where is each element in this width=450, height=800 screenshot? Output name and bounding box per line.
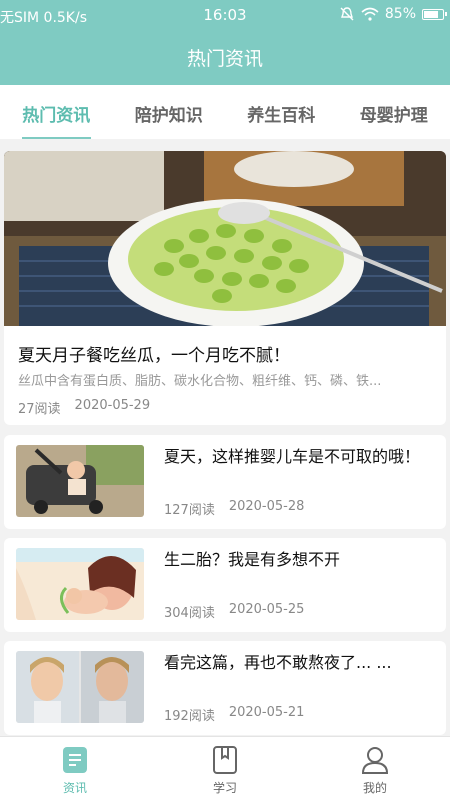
read-count: 304阅读: [164, 606, 215, 621]
article-title: 看完这篇，再也不敢熬夜了... ...: [164, 653, 392, 672]
tab-health-encyclopedia[interactable]: 养生百科: [225, 85, 338, 139]
category-tabs: 热门资讯 陪护知识 养生百科 母婴护理: [0, 85, 450, 139]
nav-study[interactable]: 学习: [150, 737, 300, 800]
read-count: 127阅读: [164, 503, 215, 518]
battery-icon: [422, 8, 447, 20]
article-meta: 304阅读 2020-05-25: [164, 602, 304, 621]
featured-article-meta: 27阅读 2020-05-29: [18, 398, 150, 417]
article-thumbnail: [16, 651, 144, 723]
nav-label: 我的: [362, 781, 387, 795]
featured-article[interactable]: 夏天月子餐吃丝瓜，一个月吃不腻！ 丝瓜中含有蛋白质、脂肪、碳水化合物、粗纤维、钙…: [4, 151, 446, 425]
bottom-navigation: 资讯 学习 我的: [0, 736, 450, 800]
nav-label: 资讯: [62, 781, 87, 795]
tab-label: 热门资讯: [22, 106, 91, 126]
nav-news[interactable]: 资讯: [0, 737, 150, 800]
list-item[interactable]: 生二胎？我是有多想不开 304阅读 2020-05-25: [4, 538, 446, 632]
tab-hot-news[interactable]: 热门资讯: [0, 85, 113, 139]
user-icon: [361, 747, 389, 774]
news-icon: [63, 747, 87, 773]
nav-profile[interactable]: 我的: [300, 737, 450, 800]
battery-percent: 85%: [384, 6, 416, 22]
tab-label: 陪护知识: [134, 106, 203, 126]
page-title: 热门资讯: [0, 30, 450, 85]
list-item[interactable]: 看完这篇，再也不敢熬夜了... ... 192阅读 2020-05-21: [4, 641, 446, 735]
status-icons: 85%: [339, 6, 447, 22]
read-count: 192阅读: [164, 709, 215, 724]
article-thumbnail: [16, 548, 144, 620]
article-list: 夏天月子餐吃丝瓜，一个月吃不腻！ 丝瓜中含有蛋白质、脂肪、碳水化合物、粗纤维、钙…: [0, 139, 450, 736]
publish-date: 2020-05-25: [228, 602, 305, 617]
tab-maternal-baby-care[interactable]: 母婴护理: [338, 85, 450, 139]
featured-article-image: [4, 151, 446, 326]
mute-icon: [340, 7, 354, 21]
article-title: 生二胎？我是有多想不开: [164, 550, 341, 569]
article-title: 夏天，这样推婴儿车是不可取的哦！: [164, 447, 421, 466]
publish-date: 2020-05-28: [228, 499, 305, 514]
tab-label: 母婴护理: [359, 106, 428, 126]
list-item[interactable]: 夏天，这样推婴儿车是不可取的哦！ 127阅读 2020-05-28: [4, 435, 446, 529]
publish-date: 2020-05-21: [228, 705, 305, 720]
article-meta: 192阅读 2020-05-21: [164, 705, 304, 724]
wifi-icon: [361, 7, 379, 21]
article-meta: 127阅读 2020-05-28: [164, 499, 304, 518]
nav-label: 学习: [212, 781, 237, 795]
status-bar: 无SIM 0.5K/s 16:03 85%: [0, 0, 450, 30]
tab-care-knowledge[interactable]: 陪护知识: [113, 85, 226, 139]
publish-date: 2020-05-29: [74, 398, 151, 413]
read-count: 27阅读: [18, 402, 61, 417]
featured-article-title: 夏天月子餐吃丝瓜，一个月吃不腻！: [18, 346, 290, 366]
tab-label: 养生百科: [247, 106, 316, 126]
article-thumbnail: [16, 445, 144, 517]
book-icon: [213, 746, 237, 774]
featured-article-summary: 丝瓜中含有蛋白质、脂肪、碳水化合物、粗纤维、钙、磷、铁...: [18, 374, 382, 389]
